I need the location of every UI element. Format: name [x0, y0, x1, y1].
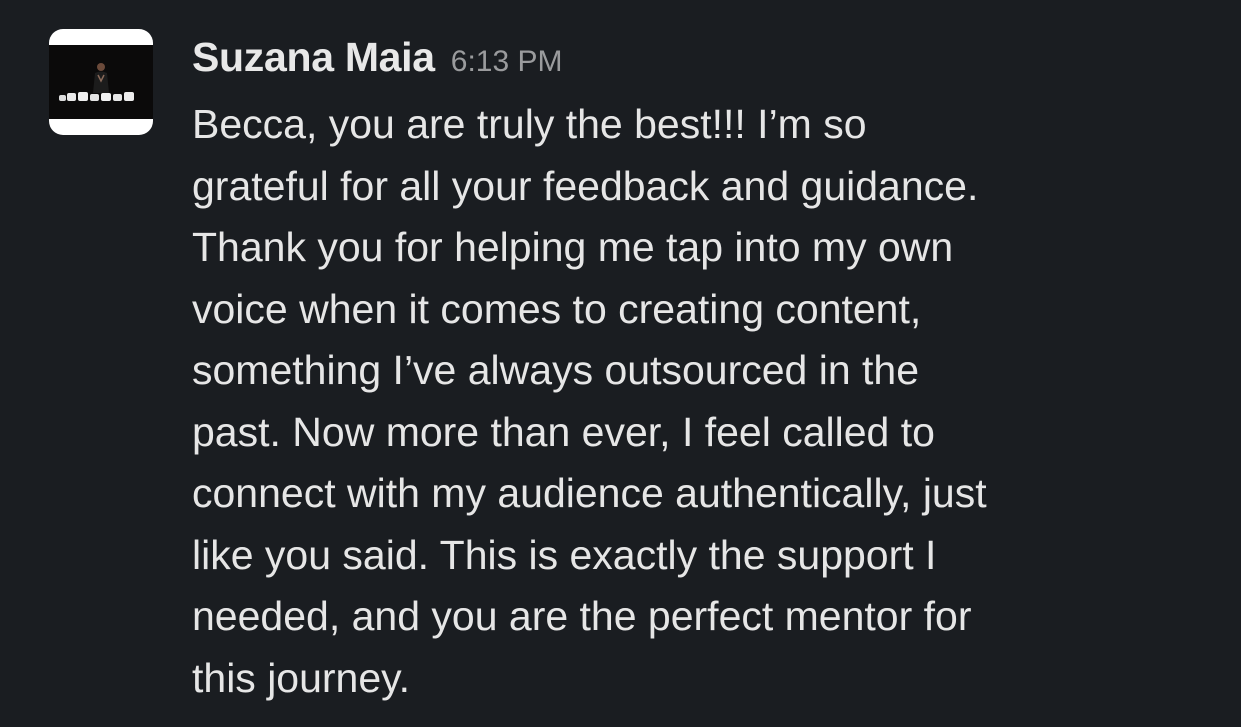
message-line: Becca, you are truly the best!!! I’m so: [192, 101, 867, 147]
message-line: like you said. This is exactly the suppo…: [192, 531, 937, 578]
timestamp[interactable]: 6:13 PM: [451, 45, 563, 79]
message-line: connect with my audience authentically, …: [192, 470, 987, 516]
message-line: this journey.: [192, 654, 411, 701]
avatar[interactable]: [49, 29, 153, 135]
message-line: voice when it comes to creating content,: [192, 285, 922, 332]
chat-message: Suzana Maia 6:13 PM Becca, you are truly…: [0, 0, 1241, 727]
profile-photo-icon: [49, 45, 153, 119]
message-text: Becca, you are truly the best!!! I’m so …: [192, 94, 1212, 709]
message-line: Thank you for helping me tap into my own: [192, 224, 954, 270]
sender-name[interactable]: Suzana Maia: [192, 34, 435, 81]
message-line: needed, and you are the perfect mentor f…: [192, 593, 972, 639]
message-line: something I’ve always outsourced in the: [192, 347, 920, 393]
message-line: past. Now more than ever, I feel called …: [192, 408, 935, 455]
message-body: Suzana Maia 6:13 PM Becca, you are truly…: [192, 34, 1212, 709]
message-header: Suzana Maia 6:13 PM: [192, 34, 1212, 90]
message-line: grateful for all your feedback and guida…: [192, 162, 979, 209]
